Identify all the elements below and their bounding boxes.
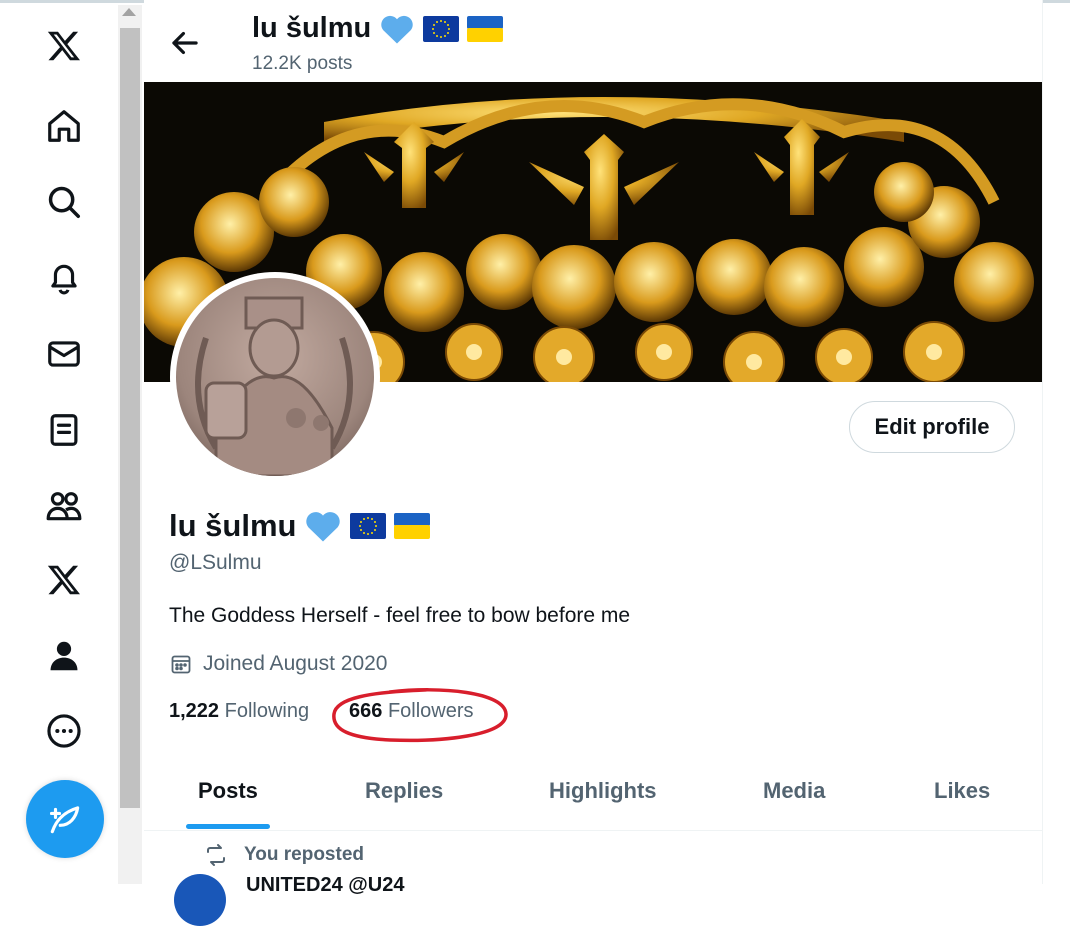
profile-icon[interactable] [38, 630, 90, 682]
profile-tabs: Posts Replies Highlights Media Likes [144, 760, 1042, 831]
following-link[interactable]: 1,222 Following [169, 700, 309, 723]
following-count: 1,222 [169, 700, 220, 722]
repost-indicator: You reposted [204, 843, 364, 867]
scrollbar-thumb[interactable] [120, 28, 140, 808]
avatar-image [176, 278, 374, 476]
profile-header-bar: lu šulmu 12.2K posts [144, 0, 1042, 82]
header-name: lu šulmu [252, 12, 372, 44]
search-icon[interactable] [38, 176, 90, 228]
header-posts-count: 12.2K posts [252, 53, 353, 74]
scroll-up-arrow-icon[interactable] [122, 8, 136, 16]
tab-likes[interactable]: Likes [934, 778, 990, 804]
compose-icon [49, 806, 80, 834]
eu-flag-icon [423, 15, 460, 42]
joined-text: Joined August 2020 [203, 652, 388, 675]
lists-icon[interactable] [38, 404, 90, 456]
active-tab-indicator [186, 824, 270, 829]
tab-replies[interactable]: Replies [365, 778, 443, 804]
left-nav [0, 0, 118, 884]
compose-button[interactable] [26, 780, 104, 858]
profile-display-name: lu šulmu [169, 508, 431, 544]
profile-column: lu šulmu 12.2K posts Edit profile lu šul… [144, 0, 1043, 926]
profile-bio: The Goddess Herself - feel free to bow b… [169, 604, 631, 627]
more-icon[interactable] [38, 705, 90, 757]
following-label: Following [224, 700, 310, 722]
post-author-name[interactable]: UNITED24 @U24 [246, 874, 404, 897]
tab-highlights[interactable]: Highlights [549, 778, 657, 804]
ukraine-flag-icon [394, 513, 431, 539]
profile-avatar[interactable] [170, 272, 380, 482]
profile-handle: @LSulmu [169, 551, 262, 574]
tab-posts[interactable]: Posts [198, 778, 258, 804]
mail-icon[interactable] [38, 328, 90, 380]
header-title: lu šulmu [252, 12, 504, 45]
ukraine-flag-icon [467, 15, 504, 42]
eu-flag-icon [350, 513, 387, 539]
communities-icon[interactable] [38, 480, 90, 532]
edit-profile-button[interactable]: Edit profile [849, 401, 1015, 453]
premium-x-icon[interactable] [38, 554, 90, 606]
blue-heart-icon [306, 512, 341, 542]
x-logo-icon[interactable] [38, 20, 90, 72]
bell-icon[interactable] [38, 252, 90, 304]
home-icon[interactable] [38, 100, 90, 152]
repost-icon [207, 844, 225, 866]
post-author-avatar[interactable] [174, 874, 226, 926]
red-annotation-circle [332, 688, 508, 743]
repost-label: You reposted [244, 844, 364, 865]
display-name-text: lu šulmu [169, 508, 297, 543]
back-arrow-icon[interactable] [166, 24, 204, 62]
joined-date: Joined August 2020 [169, 652, 388, 676]
tab-media[interactable]: Media [763, 778, 825, 804]
calendar-icon [171, 655, 191, 674]
blue-heart-icon [381, 15, 413, 44]
